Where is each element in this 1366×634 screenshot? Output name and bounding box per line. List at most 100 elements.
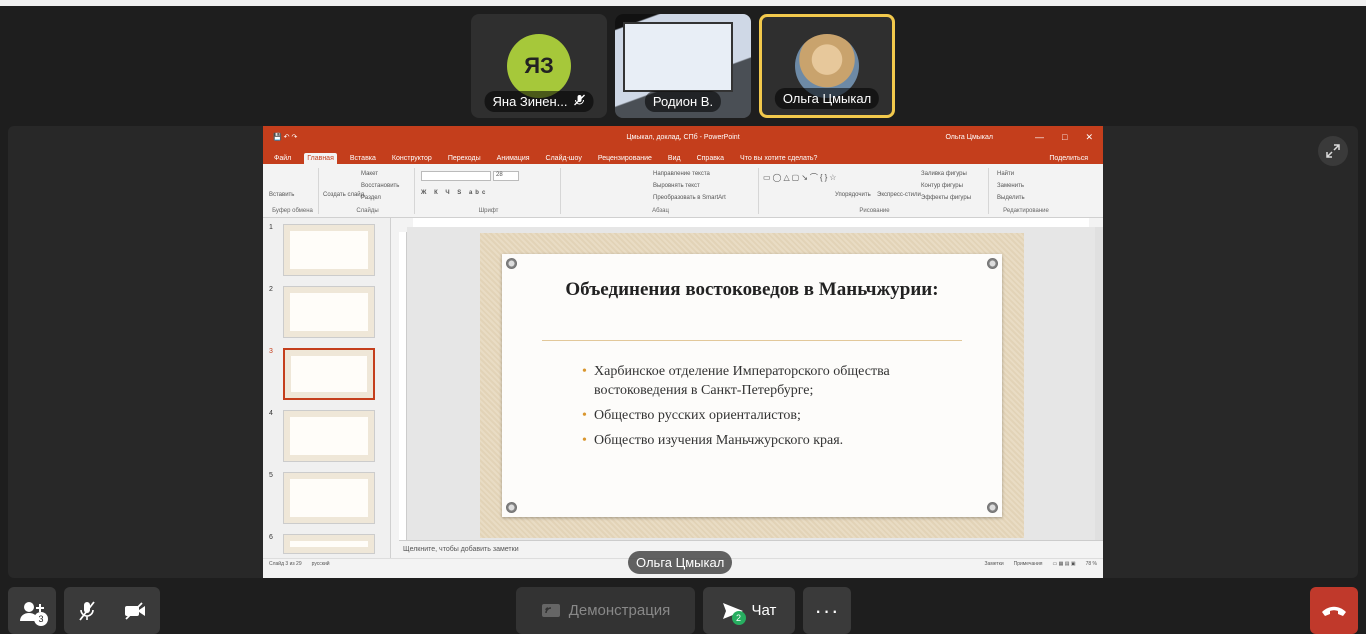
participant-tile-olga[interactable]: Ольга Цмыкал bbox=[759, 14, 895, 118]
slide-title[interactable]: Объединения востоковедов в Маньчжурии: bbox=[562, 278, 942, 302]
microphone-toggle[interactable] bbox=[78, 600, 96, 621]
font-family-select[interactable] bbox=[421, 171, 491, 181]
pin-icon bbox=[987, 502, 998, 513]
fullscreen-button[interactable] bbox=[1318, 136, 1348, 166]
mic-off-icon bbox=[573, 94, 585, 109]
share-button[interactable]: Поделиться bbox=[1046, 153, 1091, 164]
font-format-buttons[interactable]: Ж К Ч S abc bbox=[421, 190, 488, 196]
select-button[interactable]: Выделить bbox=[997, 195, 1025, 201]
notes-pane[interactable]: Щелкните, чтобы добавить заметки bbox=[399, 540, 1103, 558]
tab-transitions[interactable]: Переходы bbox=[445, 153, 484, 164]
group-label: Абзац bbox=[652, 208, 669, 214]
vertical-scrollbar[interactable] bbox=[1095, 227, 1103, 540]
section-button[interactable]: Раздел bbox=[361, 195, 381, 201]
powerpoint-window: 💾 ↶ ↷ Цмыкал, доклад, СПб - PowerPoint О… bbox=[263, 126, 1103, 578]
participant-name-label: Ольга Цмыкал bbox=[774, 88, 880, 109]
tab-home[interactable]: Главная bbox=[304, 153, 337, 164]
pin-icon bbox=[987, 258, 998, 269]
notes-toggle[interactable]: Заметки bbox=[985, 561, 1004, 567]
group-label: Рисование bbox=[859, 208, 890, 214]
add-participant-button[interactable]: 3 bbox=[8, 587, 56, 634]
screen-share-stage: 💾 ↶ ↷ Цмыкал, доклад, СПб - PowerPoint О… bbox=[8, 126, 1358, 578]
camera-toggle[interactable] bbox=[124, 601, 146, 620]
tab-animation[interactable]: Анимация bbox=[494, 153, 533, 164]
slide-counter: Слайд 3 из 29 bbox=[269, 560, 302, 567]
slide-thumbnail-selected[interactable] bbox=[283, 348, 375, 400]
font-size-select[interactable]: 28 bbox=[493, 171, 519, 181]
bullet-item: Общество русских ориенталистов; bbox=[582, 406, 942, 425]
language-indicator[interactable]: русский bbox=[312, 561, 330, 567]
smartart-button[interactable]: Преобразовать в SmartArt bbox=[653, 195, 726, 201]
replace-button[interactable]: Заменить bbox=[997, 183, 1024, 189]
chat-button[interactable]: 2 Чат bbox=[703, 587, 795, 634]
speaker-label: Ольга Цмыкал bbox=[628, 551, 733, 574]
slide-thumbnail[interactable] bbox=[283, 224, 375, 276]
tell-me-search[interactable]: Что вы хотите сделать? bbox=[737, 153, 820, 164]
quick-styles-button[interactable]: Экспресс-стили bbox=[877, 192, 921, 198]
chat-icon-wrap: 2 bbox=[722, 601, 746, 625]
chat-label: Чат bbox=[751, 602, 777, 619]
screen-share-label: Демонстрация bbox=[568, 602, 671, 619]
group-paragraph: Направление текста Выровнять текст Преоб… bbox=[563, 168, 759, 214]
participant-tile-yana[interactable]: ЯЗ Яна Зинен... bbox=[471, 14, 607, 118]
slide-canvas[interactable]: Объединения востоковедов в Маньчжурии: Х… bbox=[407, 227, 1095, 540]
participant-name-label: Яна Зинен... bbox=[484, 91, 594, 112]
user-name: Ольга Цмыкал bbox=[945, 133, 993, 141]
participant-count-badge: 3 bbox=[34, 612, 48, 626]
media-controls bbox=[64, 587, 160, 634]
slide-thumbnail[interactable] bbox=[283, 534, 375, 554]
tab-help[interactable]: Справка bbox=[694, 153, 727, 164]
pin-icon bbox=[506, 502, 517, 513]
slide-thumbnail[interactable] bbox=[283, 472, 375, 524]
group-label: Буфер обмена bbox=[272, 208, 313, 214]
tab-view[interactable]: Вид bbox=[665, 153, 684, 164]
slide-thumbnails-pane: 1 2 3 4 5 6 bbox=[263, 218, 391, 568]
align-text-button[interactable]: Выровнять текст bbox=[653, 183, 700, 189]
layout-button[interactable]: Макет bbox=[361, 171, 378, 177]
group-label: Слайды bbox=[356, 208, 379, 214]
tab-review[interactable]: Рецензирование bbox=[595, 153, 655, 164]
group-label: Шрифт bbox=[478, 208, 499, 214]
slide-number: 1 bbox=[269, 224, 273, 231]
shape-effects-button[interactable]: Эффекты фигуры bbox=[921, 195, 971, 201]
tab-file[interactable]: Файл bbox=[271, 153, 294, 164]
arrange-button[interactable]: Упорядочить bbox=[835, 192, 871, 198]
participant-name-label: Родион В. bbox=[644, 91, 722, 112]
new-slide-button[interactable]: Создать слайд bbox=[323, 192, 364, 198]
group-drawing: ▭◯△▢↘⌒{}☆ Упорядочить Экспресс-стили Зал… bbox=[761, 168, 989, 214]
shape-fill-button[interactable]: Заливка фигуры bbox=[921, 171, 967, 177]
tab-insert[interactable]: Вставка bbox=[347, 153, 379, 164]
text-direction-button[interactable]: Направление текста bbox=[653, 171, 710, 177]
participant-name: Яна Зинен... bbox=[492, 94, 568, 109]
screen-share-icon bbox=[541, 603, 560, 617]
paste-button[interactable]: Вставить bbox=[269, 192, 294, 198]
hang-up-icon bbox=[1322, 606, 1346, 616]
participant-name: Ольга Цмыкал bbox=[782, 91, 872, 106]
find-button[interactable]: Найти bbox=[997, 171, 1014, 177]
title-divider bbox=[542, 340, 962, 341]
slide-thumbnail[interactable] bbox=[283, 410, 375, 462]
reset-button[interactable]: Восстановить bbox=[361, 183, 399, 189]
tab-slideshow[interactable]: Слайд-шоу bbox=[543, 153, 585, 164]
screen-share-button[interactable]: Демонстрация bbox=[516, 587, 695, 634]
more-options-button[interactable]: ··· bbox=[803, 587, 851, 634]
avatar: ЯЗ bbox=[507, 34, 571, 98]
shape-outline-button[interactable]: Контур фигуры bbox=[921, 183, 963, 189]
current-slide[interactable]: Объединения востоковедов в Маньчжурии: Х… bbox=[480, 233, 1024, 538]
slide-number: 6 bbox=[269, 534, 273, 541]
chat-unread-badge: 2 bbox=[731, 610, 746, 625]
slide-bullet-list[interactable]: Харбинское отделение Императорского обще… bbox=[582, 362, 942, 456]
participant-name: Родион В. bbox=[652, 94, 714, 109]
slide-thumbnail[interactable] bbox=[283, 286, 375, 338]
slide-number: 4 bbox=[269, 410, 273, 417]
comments-toggle[interactable]: Примечания bbox=[1014, 561, 1043, 567]
view-buttons[interactable]: ▭ ▦ ▤ ▣ bbox=[1053, 561, 1076, 567]
end-call-button[interactable] bbox=[1310, 587, 1358, 634]
shapes-gallery[interactable]: ▭◯△▢↘⌒{}☆ bbox=[763, 172, 838, 183]
group-label: Редактирование bbox=[1003, 208, 1049, 214]
save-icon[interactable]: 💾 ↶ ↷ bbox=[273, 133, 297, 141]
window-controls[interactable]: — □ ✕ bbox=[1035, 132, 1093, 143]
participant-tile-rodion[interactable]: Родион В. bbox=[615, 14, 751, 118]
zoom-level[interactable]: 78 % bbox=[1086, 561, 1097, 567]
tab-design[interactable]: Конструктор bbox=[389, 153, 435, 164]
